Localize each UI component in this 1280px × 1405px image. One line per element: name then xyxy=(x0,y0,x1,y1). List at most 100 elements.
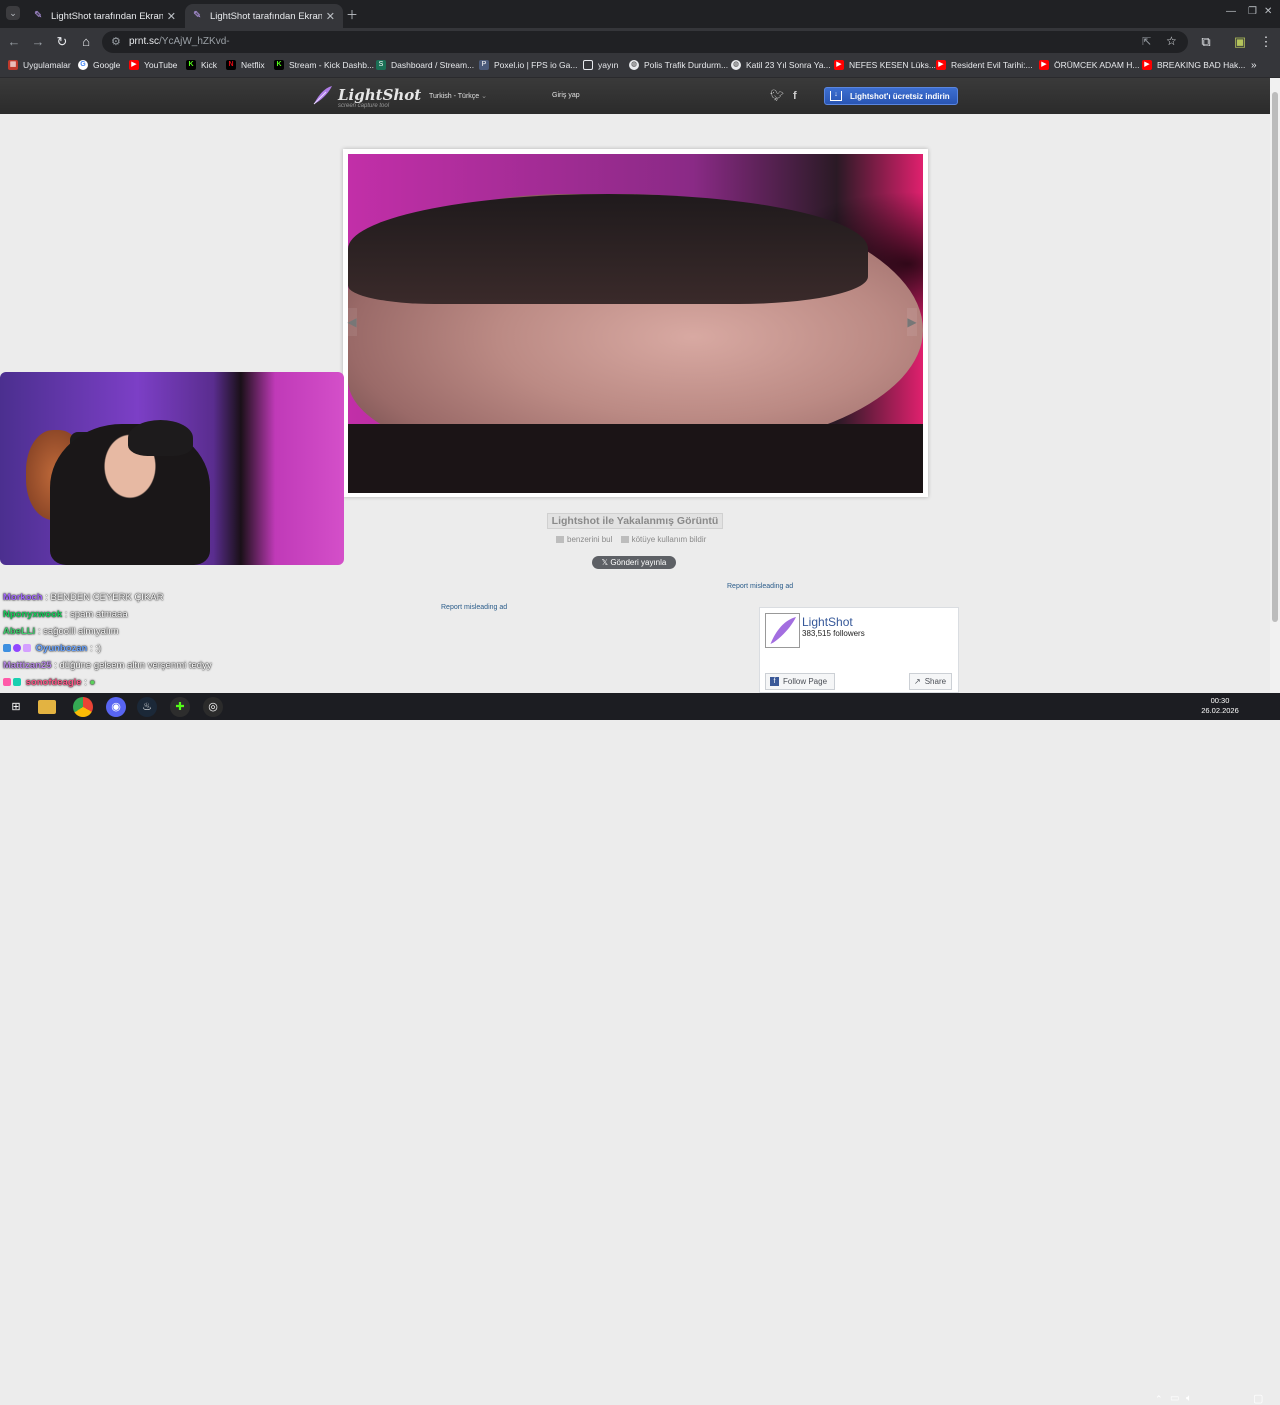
file-explorer-icon[interactable] xyxy=(38,700,56,714)
reload-icon[interactable]: ↻ xyxy=(54,34,70,50)
facebook-page-thumbnail[interactable] xyxy=(765,613,800,648)
extensions-icon[interactable]: ⧉ xyxy=(1198,34,1214,50)
tab-search-icon[interactable]: ⌄ xyxy=(6,6,20,20)
apps-grid-icon: ▦ xyxy=(8,60,18,70)
facebook-followers: 383,515 followers xyxy=(802,629,865,638)
bookmark-label: Kick xyxy=(201,60,218,70)
bookmark-streamelements[interactable]: S Dashboard / Stream... xyxy=(376,60,474,70)
network-icon[interactable]: ▭ xyxy=(1170,1393,1179,1404)
home-icon[interactable]: ⌂ xyxy=(78,34,94,49)
chat-message: Nponyxwook : spam atmaaa xyxy=(3,609,128,620)
webcam-overlay xyxy=(0,372,344,565)
bookmark-nefes[interactable]: ▶ NEFES KESEN Lüks... xyxy=(834,60,936,70)
bookmark-resident-evil[interactable]: ▶ Resident Evil Tarihi:... xyxy=(936,60,1033,70)
chat-username: Mattizan25 xyxy=(3,660,52,671)
facebook-icon[interactable]: f xyxy=(793,90,797,102)
bookmark-apps[interactable]: ▦ Uygulamalar xyxy=(8,60,71,70)
game-app-icon[interactable]: ✚ xyxy=(170,697,190,717)
menu-icon[interactable]: ⋮ xyxy=(1258,34,1274,50)
download-button[interactable]: ↓ Lightshot'ı ücretsiz indirin xyxy=(824,87,958,105)
screenshot-image[interactable] xyxy=(348,154,923,493)
address-bar[interactable]: ⚙ prnt.sc/YcAjW_hZKvd- ⇱ ☆ xyxy=(102,31,1188,53)
close-tab-icon[interactable]: ✕ xyxy=(167,10,176,23)
login-link[interactable]: Giriş yap xyxy=(552,92,580,99)
restore-icon[interactable]: ❐ xyxy=(1248,6,1257,17)
close-window-icon[interactable]: ✕ xyxy=(1264,6,1272,17)
obs-icon[interactable]: ◎ xyxy=(203,697,223,717)
bookmark-label: Uygulamalar xyxy=(23,60,71,70)
minimize-icon[interactable]: — xyxy=(1226,6,1236,17)
image-caption: Lightshot ile Yakalanmış Görüntü xyxy=(547,513,723,529)
next-image-arrow[interactable]: ▶ xyxy=(907,308,917,336)
bookmark-youtube[interactable]: ▶ YouTube xyxy=(129,60,177,70)
bookmark-star-icon[interactable]: ☆ xyxy=(1166,34,1177,48)
clock-time: 00:30 xyxy=(1210,696,1230,705)
follow-page-button[interactable]: f Follow Page xyxy=(765,673,835,690)
report-ad-link[interactable]: Report misleading ad xyxy=(441,604,507,611)
share-button[interactable]: ↗ Share xyxy=(909,673,952,690)
find-similar-link[interactable]: benzerini bul xyxy=(567,535,612,544)
post-tweet-button[interactable]: 𝕏 Gönderi yayınla xyxy=(592,556,676,569)
bookmark-breaking-bad[interactable]: ▶ BREAKING BAD Hak... xyxy=(1142,60,1245,70)
bookmark-kick-dashboard[interactable]: K Stream - Kick Dashb... xyxy=(274,60,374,70)
poxel-icon: P xyxy=(479,60,489,70)
chat-message: Mattizan25 : düğüne gelsem altın verşenm… xyxy=(3,660,212,671)
close-tab-icon[interactable]: ✕ xyxy=(326,10,335,23)
steam-icon[interactable]: ♨ xyxy=(137,697,157,717)
globe-icon: ◍ xyxy=(629,60,639,70)
windows-start-icon[interactable]: ⊞ xyxy=(6,697,26,717)
report-ad-link[interactable]: Report misleading ad xyxy=(727,583,793,590)
discord-icon[interactable]: ◉ xyxy=(106,697,126,717)
bookmark-kick[interactable]: K Kick xyxy=(186,60,217,70)
chat-message: Oyunbozan : :) xyxy=(3,643,101,654)
tab-lightshot-1[interactable]: ✎ LightShot tarafından Ekran Görü ✕ xyxy=(26,4,184,28)
prev-image-arrow[interactable]: ◀ xyxy=(347,308,357,336)
chrome-icon[interactable] xyxy=(73,697,93,717)
download-icon: ↓ xyxy=(830,91,842,101)
site-info-icon[interactable]: ⚙ xyxy=(111,35,121,48)
back-icon[interactable]: ← xyxy=(6,34,22,49)
bookmark-polis[interactable]: ◍ Polis Trafik Durdurm... xyxy=(629,60,728,70)
twitter-icon[interactable]: 🐦︎ xyxy=(770,90,784,102)
notifications-icon[interactable]: ▢ xyxy=(1253,1392,1263,1405)
chat-text: : sağoolll almıyalım xyxy=(37,626,119,637)
social-links: 🐦︎ f xyxy=(770,89,797,102)
bookmark-google[interactable]: G Google xyxy=(78,60,120,70)
bookmark-folder-yayin[interactable]: yayın xyxy=(583,60,618,70)
report-abuse-link[interactable]: kötüye kullanım bildir xyxy=(632,535,707,544)
language-select[interactable]: Turkish - Türkçe ⌄ xyxy=(429,92,487,100)
volume-icon[interactable]: 🔈︎ xyxy=(1186,1393,1192,1404)
profile-icon[interactable]: ▣ xyxy=(1232,34,1248,50)
youtube-icon: ▶ xyxy=(1142,60,1152,70)
tab-lightshot-2[interactable]: ✎ LightShot tarafından Ekran Görü ✕ xyxy=(185,4,343,28)
post-tweet-label: Gönderi yayınla xyxy=(610,558,667,567)
browser-toolbar: ← → ↻ ⌂ ⚙ prnt.sc/YcAjW_hZKvd- ⇱ ☆ ⧉ ▣ ⋮ xyxy=(0,28,1280,56)
bookmark-label: Poxel.io | FPS io Ga... xyxy=(494,60,578,70)
more-bookmarks-icon[interactable]: » xyxy=(1251,60,1257,71)
facebook-page-name[interactable]: LightShot xyxy=(802,615,853,629)
chat-text: : :) xyxy=(90,643,102,654)
report-icon xyxy=(620,536,629,544)
bookmark-katil[interactable]: ◍ Katil 23 Yıl Sonra Ya... xyxy=(731,60,831,70)
folder-icon xyxy=(583,60,593,70)
forward-icon[interactable]: → xyxy=(30,34,46,49)
feather-logo-icon xyxy=(313,86,332,105)
share-icon: ↗ xyxy=(914,677,921,686)
youtube-icon: ▶ xyxy=(1039,60,1049,70)
chat-message: sonofdeagle : ● xyxy=(3,677,95,688)
bookmark-netflix[interactable]: N Netflix xyxy=(226,60,265,70)
scrollbar-thumb[interactable] xyxy=(1272,92,1278,622)
chat-text: : BENDEN CEYERK ÇIKAR xyxy=(45,592,164,603)
kick-icon: K xyxy=(186,60,196,70)
bookmark-label: NEFES KESEN Lüks... xyxy=(849,60,936,70)
bookmark-poxel[interactable]: P Poxel.io | FPS io Ga... xyxy=(479,60,577,70)
new-tab-icon[interactable]: ＋ xyxy=(346,6,358,23)
tray-chevron-icon[interactable]: ⌃ xyxy=(1155,1394,1163,1405)
install-app-icon[interactable]: ⇱ xyxy=(1142,35,1151,48)
bookmark-orumcek[interactable]: ▶ ÖRÜMCEK ADAM H... xyxy=(1039,60,1139,70)
chevron-down-icon: ⌄ xyxy=(481,93,488,100)
chat-text: : düğüne gelsem altın verşenmi tedyy xyxy=(54,660,212,671)
taskbar-clock[interactable]: 00:30 26.02.2026 xyxy=(1200,696,1240,716)
lightshot-feather-icon: ✎ xyxy=(34,10,43,21)
lightshot-logo[interactable]: LightShot screen capture tool xyxy=(312,84,421,111)
